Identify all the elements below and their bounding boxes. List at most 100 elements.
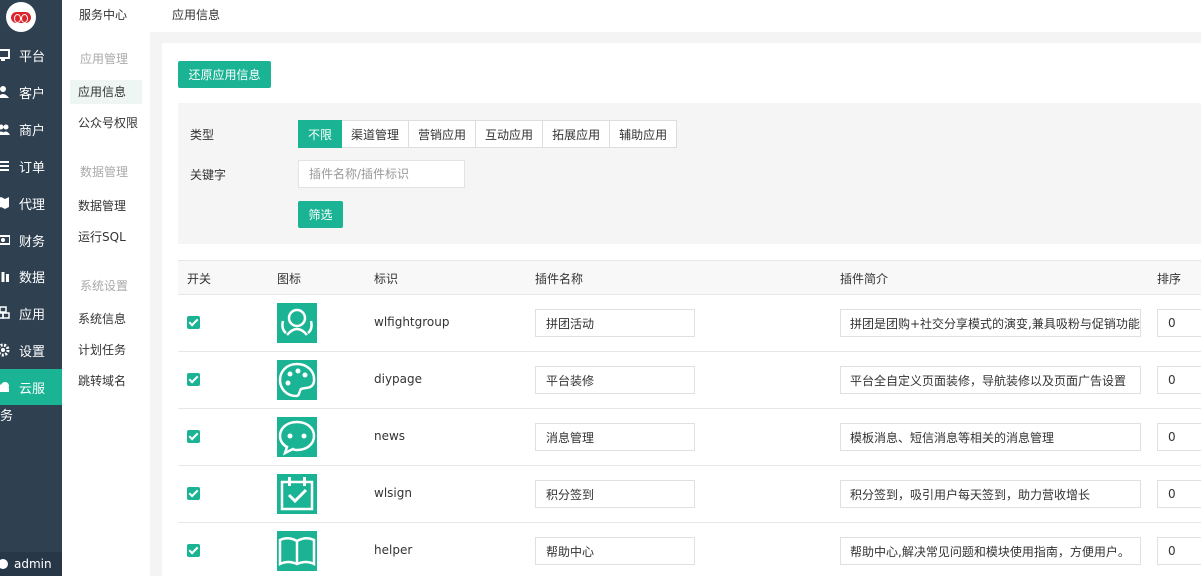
- plugin-identifier: diypage: [374, 372, 423, 386]
- nav-label: 数据: [19, 270, 46, 286]
- palette-icon: [277, 360, 317, 400]
- calendar-check-icon: [277, 474, 317, 514]
- type-option-channel[interactable]: 渠道管理: [342, 120, 410, 148]
- type-option-interactive[interactable]: 互动应用: [476, 120, 544, 148]
- sort-order-field[interactable]: 0: [1157, 309, 1201, 337]
- cloud-icon: [0, 380, 10, 394]
- sort-order-field[interactable]: 0: [1157, 423, 1201, 451]
- enable-checkbox[interactable]: [187, 316, 200, 329]
- admin-name: admin: [14, 557, 52, 571]
- enable-checkbox[interactable]: [187, 487, 200, 500]
- bar-chart-icon: [0, 269, 10, 283]
- nav-item-finance[interactable]: 财务: [0, 222, 62, 258]
- nav-label: 代理: [19, 197, 46, 213]
- table-row: diypage 平台装修 平台全自定义页面装修，导航装修以及页面广告设置 0: [178, 352, 1201, 409]
- main-content: 还原应用信息 类型 不限 渠道管理 营销应用 互动应用 拓展应用 辅助应用 关键…: [162, 43, 1201, 576]
- nav-item-data[interactable]: 数据: [0, 258, 62, 294]
- cubes-icon: [0, 306, 10, 320]
- type-label: 类型: [190, 128, 215, 142]
- sub-item-run-sql[interactable]: 运行SQL: [70, 225, 142, 249]
- nav-label-overflow: 务: [0, 409, 14, 424]
- plugin-description-field[interactable]: 帮助中心,解决常见问题和模块使用指南，方便用户。: [840, 537, 1141, 565]
- money-icon: [0, 233, 11, 247]
- column-header: 插件名称: [535, 272, 584, 286]
- nav-item-agent[interactable]: 代理: [0, 185, 62, 221]
- type-option-marketing[interactable]: 营销应用: [409, 120, 477, 148]
- nav-label: 订单: [19, 160, 46, 176]
- table-row: wlfightgroup 拼团活动 拼团是团购+社交分享模式的演变,兼具吸粉与促…: [178, 295, 1201, 352]
- table-row: wlsign 积分签到 积分签到，吸引用户每天签到，助力营收增长 0: [178, 466, 1201, 523]
- column-header: 开关: [187, 272, 212, 286]
- column-header: 图标: [277, 272, 302, 286]
- group-person-icon: [277, 303, 317, 343]
- nav-item-cloud[interactable]: 云服: [0, 369, 62, 405]
- nav-label: 应用: [19, 307, 46, 323]
- left-navigation: 平台 客户 商户 订单 代理 财务 数据 应用 设置 云服 务 admin: [0, 0, 62, 576]
- nav-label: 客户: [19, 86, 46, 102]
- restore-app-info-button[interactable]: 还原应用信息: [178, 61, 271, 88]
- list-icon: [0, 159, 10, 173]
- sub-item-app-info[interactable]: 应用信息: [70, 80, 142, 104]
- sort-order-field[interactable]: 0: [1157, 537, 1201, 565]
- user-icon: [0, 85, 10, 99]
- enable-checkbox[interactable]: [187, 430, 200, 443]
- top-bar: 服务中心 应用信息: [62, 0, 1201, 32]
- brand-logo[interactable]: [6, 2, 36, 32]
- nav-label: 商户: [19, 123, 46, 139]
- avatar: [0, 559, 8, 569]
- nav-item-settings[interactable]: 设置: [0, 332, 62, 368]
- filter-button[interactable]: 筛选: [298, 201, 343, 228]
- nav-item-order[interactable]: 订单: [0, 148, 62, 184]
- breadcrumb-service-center[interactable]: 服务中心: [79, 6, 127, 23]
- sub-group-title: 应用管理: [80, 52, 129, 66]
- sub-item-system-info[interactable]: 系统信息: [70, 307, 142, 331]
- plugin-name-field[interactable]: 平台装修: [535, 366, 695, 394]
- plugin-identifier: helper: [374, 543, 413, 557]
- enable-checkbox[interactable]: [187, 544, 200, 557]
- sub-navigation: 应用管理 应用信息 公众号权限 数据管理 数据管理 运行SQL 系统设置 系统信…: [62, 0, 150, 576]
- plugin-name-field[interactable]: 消息管理: [535, 423, 695, 451]
- nav-item-app[interactable]: 应用: [0, 295, 62, 331]
- sub-item-wechat-permission[interactable]: 公众号权限: [70, 111, 142, 135]
- nav-item-customer[interactable]: 客户: [0, 74, 62, 110]
- keyword-label: 关键字: [190, 168, 227, 182]
- nav-item-platform[interactable]: 平台: [0, 37, 62, 73]
- sub-item-redirect-domain[interactable]: 跳转域名: [70, 369, 142, 393]
- plugin-description-field[interactable]: 模板消息、短信消息等相关的消息管理: [840, 423, 1141, 451]
- plugin-name-field[interactable]: 拼团活动: [535, 309, 695, 337]
- map-icon: [0, 196, 10, 210]
- nav-label: 平台: [19, 49, 46, 65]
- sort-order-field[interactable]: 0: [1157, 366, 1201, 394]
- nav-item-merchant[interactable]: 商户: [0, 111, 62, 147]
- admin-user[interactable]: admin: [0, 552, 62, 576]
- monitor-icon: [0, 48, 10, 62]
- keyword-input[interactable]: [298, 160, 465, 188]
- table-row: news 消息管理 模板消息、短信消息等相关的消息管理 0: [178, 409, 1201, 466]
- users-icon: [0, 122, 10, 136]
- table-header: 开关 图标 标识 插件名称 插件简介 排序: [178, 261, 1201, 295]
- nav-label: 云服: [19, 381, 46, 397]
- enable-checkbox[interactable]: [187, 373, 200, 386]
- breadcrumb-app-info[interactable]: 应用信息: [172, 6, 220, 23]
- plugin-description-field[interactable]: 积分签到，吸引用户每天签到，助力营收增长: [840, 480, 1141, 508]
- nav-label: 设置: [19, 344, 46, 360]
- plugin-description-field[interactable]: 拼团是团购+社交分享模式的演变,兼具吸粉与促销功能: [840, 309, 1141, 337]
- sub-item-data-manage[interactable]: 数据管理: [70, 194, 142, 218]
- nav-label: 财务: [19, 234, 46, 250]
- plugin-identifier: wlsign: [374, 486, 412, 500]
- column-header: 插件简介: [840, 272, 889, 286]
- sub-item-scheduled-task[interactable]: 计划任务: [70, 338, 142, 362]
- type-option-all[interactable]: 不限: [298, 120, 343, 148]
- plugin-name-field[interactable]: 积分签到: [535, 480, 695, 508]
- table-row: helper 帮助中心 帮助中心,解决常见问题和模块使用指南，方便用户。 0: [178, 523, 1201, 576]
- sort-order-field[interactable]: 0: [1157, 480, 1201, 508]
- plugin-description-field[interactable]: 平台全自定义页面装修，导航装修以及页面广告设置: [840, 366, 1141, 394]
- column-header: 标识: [374, 272, 399, 286]
- type-option-auxiliary[interactable]: 辅助应用: [610, 120, 678, 148]
- type-option-extension[interactable]: 拓展应用: [543, 120, 611, 148]
- column-header: 排序: [1157, 272, 1182, 286]
- open-book-icon: [277, 531, 317, 571]
- plugin-name-field[interactable]: 帮助中心: [535, 537, 695, 565]
- sub-group-title: 系统设置: [80, 279, 129, 293]
- chat-bubble-icon: [277, 417, 317, 457]
